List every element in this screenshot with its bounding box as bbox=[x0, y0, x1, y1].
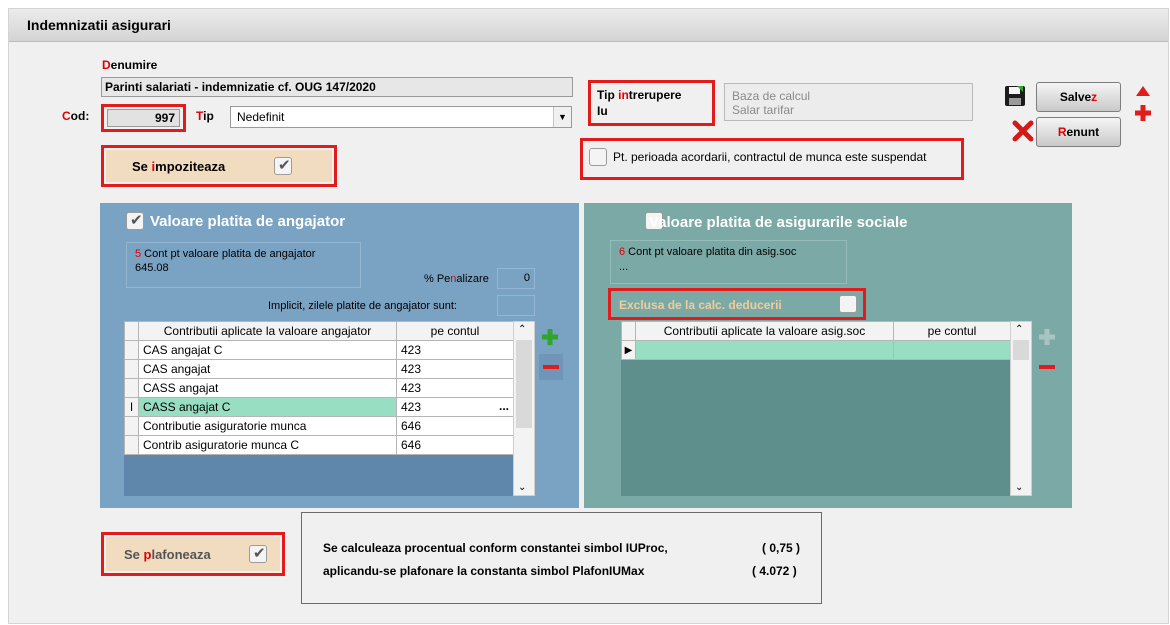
table-row[interactable]: CASS angajat 423 bbox=[124, 378, 514, 398]
row-pointer-icon: ▶ bbox=[621, 340, 636, 360]
cont-angajator-label: 5 Cont pt valoare platita de angajator bbox=[135, 248, 316, 260]
asig-soc-grid: Contributii aplicate la valoare asig.soc… bbox=[621, 321, 1011, 496]
cancel-button[interactable]: Renunt bbox=[1036, 117, 1121, 147]
cod-highlight: 997 bbox=[101, 104, 186, 132]
table-row-selected[interactable]: I CASS angajat C 423 ... bbox=[124, 397, 514, 417]
add-row-icon[interactable] bbox=[539, 326, 561, 348]
penalizare-value: 0 bbox=[523, 272, 530, 284]
zile-field[interactable] bbox=[497, 295, 535, 316]
row-name[interactable]: Contrib asiguratorie munca C bbox=[138, 435, 397, 455]
tip-intrerupere-label: Tip intrerupere bbox=[597, 88, 682, 102]
cont-asig-soc-label: 6 Cont pt valoare platita din asig.soc bbox=[619, 246, 797, 258]
cont-angajator-value: 645.08 bbox=[135, 262, 169, 274]
se-impoziteaza-label: Se impoziteaza bbox=[132, 159, 226, 174]
table-row[interactable]: CAS angajat 423 bbox=[124, 359, 514, 379]
remove-row-icon[interactable] bbox=[1035, 354, 1059, 380]
se-plafoneaza-label: Se plafoneaza bbox=[124, 547, 211, 562]
baza-calcul-box: Baza de calcul Salar tarifar bbox=[724, 83, 973, 121]
table-row[interactable]: Contributie asiguratorie munca 646 bbox=[124, 416, 514, 436]
save-button[interactable]: Salvez bbox=[1036, 82, 1121, 112]
se-plafoneaza-checkbox[interactable]: ✔ bbox=[249, 545, 267, 563]
tip-label: Tip bbox=[196, 109, 214, 123]
denumire-field[interactable]: Parinti salariati - indemnizatie cf. OUG… bbox=[101, 77, 573, 97]
grid-header-cont[interactable]: pe contul bbox=[396, 321, 514, 341]
penalizare-label: % Penalizare bbox=[424, 273, 489, 285]
row-name[interactable]: Contributie asiguratorie munca bbox=[138, 416, 397, 436]
row-name[interactable]: CASS angajat bbox=[138, 378, 397, 398]
grid-header-contributii-asig[interactable]: Contributii aplicate la valoare asig.soc bbox=[635, 321, 894, 341]
asig-soc-scrollbar[interactable]: ⌃ ⌄ bbox=[1010, 321, 1032, 496]
row-name-empty[interactable] bbox=[635, 340, 894, 360]
info-value-1: ( 0,75 ) bbox=[762, 541, 801, 555]
cod-field[interactable]: 997 bbox=[107, 109, 180, 127]
se-plafoneaza-box: Se plafoneaza ✔ bbox=[101, 532, 285, 576]
cancel-icon[interactable] bbox=[1012, 120, 1034, 142]
arrow-up-icon[interactable] bbox=[1136, 85, 1150, 96]
remove-row-icon[interactable] bbox=[539, 354, 563, 380]
baza-calcul-value: Salar tarifar bbox=[732, 103, 795, 117]
angajator-scrollbar[interactable]: ⌃ ⌄ bbox=[513, 321, 535, 496]
denumire-label: Denumire bbox=[102, 58, 158, 72]
info-value-2: ( 4.072 ) bbox=[752, 564, 797, 578]
angajator-grid: Contributii aplicate la valoare angajato… bbox=[124, 321, 514, 496]
tip-intrerupere-value: Iu bbox=[597, 104, 608, 118]
scroll-down-icon[interactable]: ⌄ bbox=[1015, 482, 1023, 493]
row-cont[interactable]: 423 bbox=[396, 378, 514, 398]
angajator-title: Valoare platita de angajator bbox=[150, 213, 346, 230]
cont-asig-soc-box: 6 Cont pt valoare platita din asig.soc .… bbox=[610, 240, 847, 284]
title-bar: Indemnizatii asigurari bbox=[9, 9, 1168, 42]
info-line-1: Se calculeaza procentual conform constan… bbox=[323, 541, 668, 555]
scroll-up-icon[interactable]: ⌃ bbox=[1015, 324, 1023, 335]
denumire-value: Parinti salariati - indemnizatie cf. OUG… bbox=[105, 80, 376, 94]
save-icon[interactable] bbox=[1003, 84, 1027, 108]
add-icon[interactable] bbox=[1133, 103, 1153, 123]
cod-label: Cod: bbox=[62, 109, 90, 123]
table-row[interactable]: CAS angajat C 423 bbox=[124, 340, 514, 360]
row-cont-editing[interactable]: 423 ... bbox=[396, 397, 514, 417]
penalizare-field[interactable]: 0 bbox=[497, 268, 535, 289]
scroll-up-icon[interactable]: ⌃ bbox=[518, 324, 526, 335]
angajator-checkbox[interactable]: ✔ bbox=[126, 212, 144, 230]
exclusa-box: Exclusa de la calc. deducerii bbox=[608, 288, 866, 320]
tip-select[interactable]: Nedefinit ▼ bbox=[230, 106, 572, 128]
suspendat-label: Pt. perioada acordarii, contractul de mu… bbox=[613, 150, 927, 164]
suspendat-checkbox[interactable] bbox=[589, 148, 607, 166]
row-name[interactable]: CASS angajat C bbox=[138, 397, 397, 417]
asig-soc-title: Valoare platita de asigurarile sociale bbox=[649, 214, 908, 231]
baza-calcul-label: Baza de calcul bbox=[732, 89, 811, 103]
add-row-disabled-icon[interactable] bbox=[1036, 326, 1058, 348]
row-cont[interactable]: 423 bbox=[396, 359, 514, 379]
text-cursor-icon: I bbox=[124, 397, 139, 417]
table-row-selected[interactable]: ▶ bbox=[621, 340, 1011, 360]
plafonare-info-box: Se calculeaza procentual conform constan… bbox=[301, 512, 822, 604]
cod-value: 997 bbox=[154, 111, 175, 125]
row-cont[interactable]: 423 bbox=[396, 340, 514, 360]
row-cont-empty[interactable] bbox=[893, 340, 1011, 360]
window-title: Indemnizatii asigurari bbox=[27, 17, 171, 33]
exclusa-checkbox[interactable] bbox=[839, 295, 857, 313]
cont-asig-soc-value: ... bbox=[619, 261, 629, 273]
row-name[interactable]: CAS angajat bbox=[138, 359, 397, 379]
se-impoziteaza-box: Se impoziteaza ✔ bbox=[101, 145, 337, 187]
ellipsis-button[interactable]: ... bbox=[499, 399, 509, 413]
row-cont[interactable]: 646 bbox=[396, 435, 514, 455]
grid-header-contributii[interactable]: Contributii aplicate la valoare angajato… bbox=[138, 321, 397, 341]
row-name[interactable]: CAS angajat C bbox=[138, 340, 397, 360]
suspendat-box: Pt. perioada acordarii, contractul de mu… bbox=[580, 138, 964, 180]
row-cont[interactable]: 646 bbox=[396, 416, 514, 436]
row-cont[interactable]: 423 bbox=[401, 400, 421, 414]
scroll-down-icon[interactable]: ⌄ bbox=[518, 482, 526, 493]
se-impoziteaza-checkbox[interactable]: ✔ bbox=[274, 157, 292, 175]
grid-header-cont-asig[interactable]: pe contul bbox=[893, 321, 1011, 341]
zile-label: Implicit, zilele platite de angajator su… bbox=[268, 300, 457, 312]
tip-value: Nedefinit bbox=[237, 110, 285, 124]
scroll-thumb[interactable] bbox=[1013, 340, 1029, 360]
info-line-2: aplicandu-se plafonare la constanta simb… bbox=[323, 564, 645, 578]
cont-angajator-box: 5 Cont pt valoare platita de angajator 6… bbox=[126, 242, 361, 288]
scroll-thumb[interactable] bbox=[516, 340, 532, 428]
exclusa-label: Exclusa de la calc. deducerii bbox=[619, 298, 782, 312]
tip-intrerupere-box: Tip intrerupere Iu bbox=[588, 80, 715, 126]
dropdown-arrow-icon[interactable]: ▼ bbox=[553, 107, 571, 127]
table-row[interactable]: Contrib asiguratorie munca C 646 bbox=[124, 435, 514, 455]
